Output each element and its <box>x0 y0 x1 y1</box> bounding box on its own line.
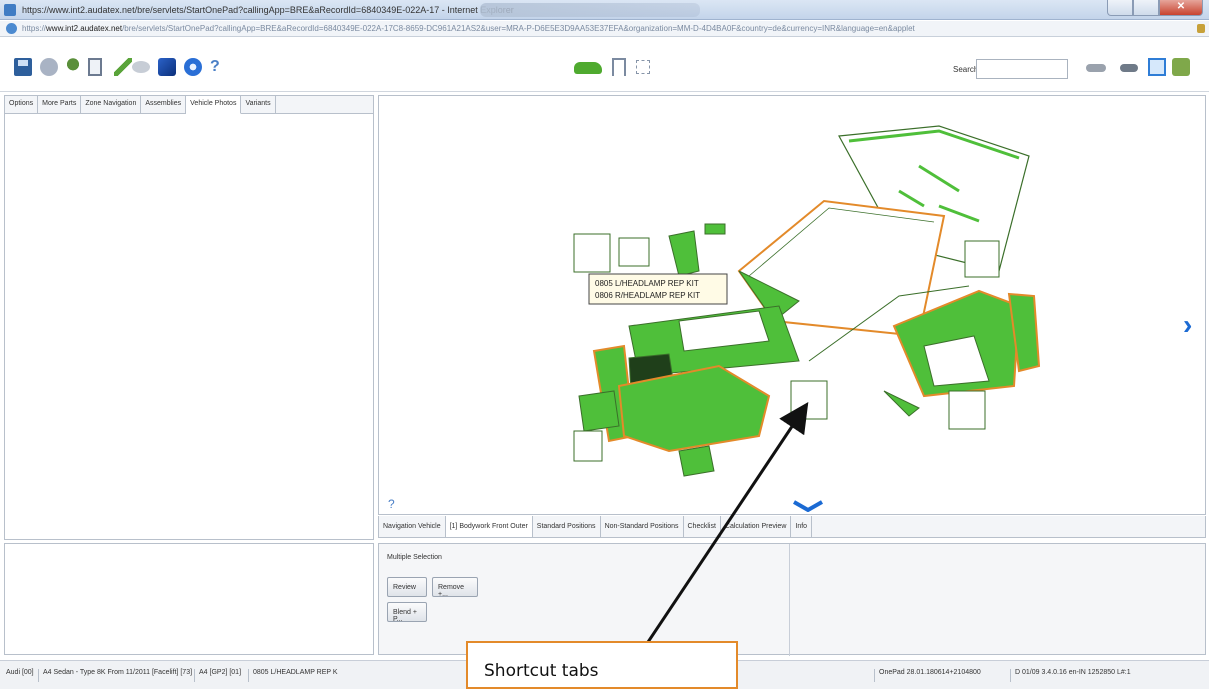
tab-non-standard-positions[interactable]: Non-Standard Positions <box>601 516 684 537</box>
plate-part[interactable] <box>573 430 603 462</box>
left-panel: Options More Parts Zone Navigation Assem… <box>4 95 374 540</box>
status-model: A4 Sedan - Type 8K From 11/2011 [Facelif… <box>38 669 192 682</box>
address-url[interactable]: https://www.int2.audatex.net/bre/servlet… <box>22 24 915 33</box>
help-icon[interactable]: ? <box>210 58 220 76</box>
parts-diagram-panel[interactable]: 0805 L/HEADLAMP REP KIT 0806 R/HEADLAMP … <box>378 95 1206 515</box>
tab-assemblies[interactable]: Assemblies <box>141 96 187 114</box>
lock-icon[interactable] <box>1197 24 1205 33</box>
tooltip-line-1: 0805 L/HEADLAMP REP KIT <box>595 279 699 288</box>
review-button[interactable]: Review <box>387 577 427 597</box>
url-host: www.int2.audatex.net <box>46 24 123 33</box>
callout-label: Shortcut tabs <box>466 641 738 689</box>
status-variant: A4 [GP2] [01] <box>194 669 241 682</box>
browser-titlebar: https://www.int2.audatex.net/bre/servlet… <box>0 0 1209 20</box>
status-version: OnePad 28.01.180614+2104800 <box>874 669 981 682</box>
cube-icon[interactable] <box>158 58 176 76</box>
bumper-side-part[interactable] <box>578 390 620 432</box>
roof-icon-box[interactable] <box>964 240 1000 278</box>
tab-more-parts[interactable]: More Parts <box>38 96 82 114</box>
glass-icon-box[interactable] <box>573 233 611 273</box>
url-prefix: https:// <box>22 24 47 33</box>
headlamp-icon-box[interactable] <box>618 237 650 267</box>
browser-icon <box>4 4 16 16</box>
minimize-button[interactable] <box>1107 0 1133 16</box>
status-make: Audi [00] <box>6 669 34 676</box>
multiple-selection-panel: Multiple Selection Review Remove +... Bl… <box>378 543 1206 656</box>
window-controls: ✕ <box>1107 0 1203 18</box>
tab-vehicle-photos[interactable]: Vehicle Photos <box>186 96 242 114</box>
tab-calculation-preview[interactable]: Calculation Preview <box>721 516 792 537</box>
settings-icon[interactable] <box>40 58 58 76</box>
car-outline-icon[interactable] <box>1086 64 1106 72</box>
left-tabs: Options More Parts Zone Navigation Assem… <box>5 96 373 114</box>
tab-bodywork-front-outer[interactable]: [1] Bodywork Front Outer <box>445 516 533 537</box>
status-part: 0805 L/HEADLAMP REP K <box>248 669 338 682</box>
next-arrow-icon[interactable]: › <box>1183 310 1197 340</box>
search-input[interactable] <box>976 59 1068 79</box>
panel-divider <box>789 544 790 656</box>
tab-checklist[interactable]: Checklist <box>684 516 721 537</box>
tab-standard-positions[interactable]: Standard Positions <box>533 516 601 537</box>
callout-text: Shortcut tabs <box>484 661 599 681</box>
bumper-lower-part[interactable] <box>678 445 715 477</box>
eye-icon[interactable] <box>132 61 150 73</box>
selection-title: Multiple Selection <box>387 554 442 561</box>
headlamp-part[interactable] <box>668 230 700 277</box>
app-toolbar: ? Search: <box>0 38 1209 92</box>
address-bar[interactable]: https://www.int2.audatex.net/bre/servlet… <box>0 21 1209 37</box>
shortcut-tabs: Navigation Vehicle [1] Bodywork Front Ou… <box>378 516 1206 538</box>
panel-icon-box[interactable] <box>790 380 828 420</box>
info-icon[interactable]: ? <box>388 497 395 511</box>
window-title: https://www.int2.audatex.net/bre/servlet… <box>22 5 514 15</box>
window-icon[interactable] <box>1148 58 1166 76</box>
tooltip-line-2: 0806 R/HEADLAMP REP KIT <box>595 291 700 300</box>
remove-button[interactable]: Remove +... <box>432 577 478 598</box>
save-icon[interactable] <box>14 58 32 76</box>
compass-icon[interactable] <box>184 58 202 76</box>
tab-variants[interactable]: Variants <box>241 96 276 114</box>
exit-icon[interactable] <box>1172 58 1190 76</box>
document-icon[interactable] <box>88 58 102 76</box>
bracket-part[interactable] <box>883 390 920 417</box>
tab-navigation-vehicle[interactable]: Navigation Vehicle <box>379 516 446 537</box>
site-icon <box>6 23 17 34</box>
grid-icon[interactable] <box>636 60 650 74</box>
left-bottom-panel <box>4 543 374 655</box>
title-redaction <box>480 3 700 17</box>
flag-icon[interactable] <box>612 58 626 76</box>
door-icon-box[interactable] <box>948 390 986 430</box>
pen-icon[interactable] <box>114 58 132 76</box>
tree-icon[interactable] <box>64 58 82 76</box>
close-button[interactable]: ✕ <box>1159 0 1203 16</box>
car-icon[interactable] <box>574 62 602 74</box>
blend-button[interactable]: Blend + P... <box>387 602 427 623</box>
exploded-parts-diagram[interactable]: 0805 L/HEADLAMP REP KIT 0806 R/HEADLAMP … <box>379 96 1206 515</box>
small-bracket[interactable] <box>704 223 726 235</box>
tab-options[interactable]: Options <box>5 96 39 114</box>
maximize-button[interactable] <box>1133 0 1159 16</box>
url-path: /bre/servlets/StartOnePad?callingApp=BRE… <box>122 24 915 33</box>
tab-info[interactable]: Info <box>791 516 813 537</box>
tab-zone-navigation[interactable]: Zone Navigation <box>81 96 142 114</box>
chevron-down-icon[interactable] <box>792 500 824 512</box>
status-build: D 01/09 3.4.0.16 en-IN 1252850 L#:1 <box>1010 669 1131 682</box>
car-dark-icon[interactable] <box>1120 64 1138 72</box>
